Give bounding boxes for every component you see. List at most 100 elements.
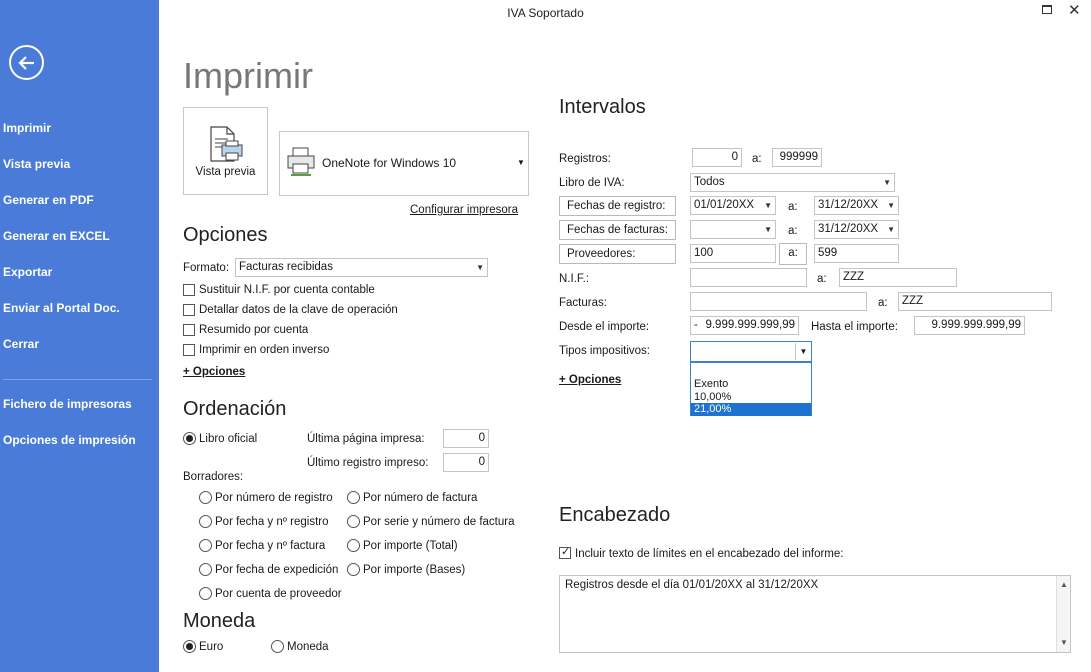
proveedores-a-button[interactable]: a: bbox=[779, 243, 807, 265]
radio-libro-oficial[interactable] bbox=[183, 432, 196, 445]
radio-importe-bases[interactable] bbox=[347, 563, 360, 576]
check-incluir-limites-label: Incluir texto de límites en el encabezad… bbox=[575, 548, 844, 560]
fechas-registro-to-value: 31/12/20XX bbox=[818, 199, 879, 211]
radio-cuenta-proveedor[interactable] bbox=[199, 587, 212, 600]
sidebar-item-enviar-portal[interactable]: Enviar al Portal Doc. bbox=[3, 301, 120, 315]
preview-document-icon bbox=[210, 126, 243, 162]
radio-num-registro[interactable] bbox=[199, 491, 212, 504]
fechas-registro-from[interactable]: 01/01/20XX ▼ bbox=[690, 196, 776, 215]
libro-iva-value: Todos bbox=[694, 176, 725, 188]
sidebar-item-opciones-impresion[interactable]: Opciones de impresión bbox=[3, 433, 136, 447]
format-select[interactable]: Facturas recibidas ▼ bbox=[235, 258, 488, 277]
format-label: Formato: bbox=[183, 262, 230, 274]
radio-fecha-expedicion[interactable] bbox=[199, 563, 212, 576]
proveedores-from-input[interactable]: 100 bbox=[690, 244, 776, 263]
check-sustituir-nif-label: Sustituir N.I.F. por cuenta contable bbox=[199, 284, 375, 296]
chevron-down-icon: ▼ bbox=[887, 225, 895, 234]
page-title: Imprimir bbox=[183, 55, 313, 96]
radio-fecha-factura-label: Por fecha y nº factura bbox=[215, 540, 326, 552]
hasta-importe-input[interactable]: 9.999.999.999,99 bbox=[914, 316, 1025, 335]
check-sustituir-nif[interactable] bbox=[183, 284, 195, 296]
dropdown-option-21[interactable]: 21,00% bbox=[691, 403, 811, 416]
sidebar-item-vista-previa[interactable]: Vista previa bbox=[3, 157, 70, 171]
back-arrow-icon[interactable] bbox=[9, 45, 44, 80]
printer-select[interactable]: OneNote for Windows 10 ▼ bbox=[279, 131, 529, 196]
close-icon[interactable]: ✕ bbox=[1068, 1, 1081, 19]
hasta-importe-label: Hasta el importe: bbox=[811, 321, 898, 333]
chevron-down-icon: ▼ bbox=[476, 263, 484, 272]
ultima-pagina-input[interactable]: 0 bbox=[443, 429, 489, 448]
sidebar-item-imprimir[interactable]: Imprimir bbox=[3, 121, 51, 135]
radio-fecha-factura[interactable] bbox=[199, 539, 212, 552]
dropdown-option-exento[interactable]: Exento bbox=[691, 378, 811, 391]
facturas-to-input[interactable]: ZZZ bbox=[898, 292, 1052, 311]
encabezado-textarea[interactable]: Registros desde el día 01/01/20XX al 31/… bbox=[559, 575, 1071, 653]
radio-num-registro-label: Por número de registro bbox=[215, 492, 333, 504]
sidebar-item-generar-excel[interactable]: Generar en EXCEL bbox=[3, 229, 110, 243]
sidebar-item-generar-pdf[interactable]: Generar en PDF bbox=[3, 193, 94, 207]
ultimo-registro-input[interactable]: 0 bbox=[443, 453, 489, 472]
fechas-registro-from-value: 01/01/20XX bbox=[694, 199, 755, 211]
radio-moneda-label: Moneda bbox=[287, 641, 329, 653]
radio-importe-total[interactable] bbox=[347, 539, 360, 552]
scroll-up-icon[interactable]: ▲ bbox=[1060, 580, 1068, 589]
proveedores-to-input[interactable]: 599 bbox=[814, 244, 899, 263]
radio-fecha-registro-label: Por fecha y nº registro bbox=[215, 516, 329, 528]
fechas-facturas-from[interactable]: ▼ bbox=[690, 220, 776, 239]
check-incluir-limites[interactable] bbox=[559, 545, 571, 559]
fechas-facturas-button[interactable]: Fechas de facturas: bbox=[559, 220, 676, 240]
chevron-down-icon: ▼ bbox=[764, 201, 772, 210]
fechas-registro-to[interactable]: 31/12/20XX ▼ bbox=[814, 196, 899, 215]
radio-num-factura[interactable] bbox=[347, 491, 360, 504]
tipos-impositivos-select[interactable]: ▼ bbox=[690, 341, 812, 362]
proveedores-button[interactable]: Proveedores: bbox=[559, 244, 676, 264]
nif-from-input[interactable] bbox=[690, 268, 807, 287]
radio-fecha-registro[interactable] bbox=[199, 515, 212, 528]
desde-importe-input[interactable]: - 9.999.999.999,99 bbox=[690, 316, 799, 335]
sidebar-item-cerrar[interactable]: Cerrar bbox=[3, 337, 39, 351]
format-value: Facturas recibidas bbox=[239, 261, 333, 273]
facturas-label: Facturas: bbox=[559, 297, 607, 309]
fechas-registro-button[interactable]: Fechas de registro: bbox=[559, 196, 676, 216]
maximize-icon[interactable] bbox=[1042, 5, 1052, 14]
radio-cuenta-proveedor-label: Por cuenta de proveedor bbox=[215, 588, 342, 600]
facturas-from-input[interactable] bbox=[690, 292, 867, 311]
registros-to-input[interactable]: 999999 bbox=[772, 148, 822, 167]
check-orden-inverso[interactable] bbox=[183, 344, 195, 356]
check-resumido-cuenta[interactable] bbox=[183, 324, 195, 336]
registros-label: Registros: bbox=[559, 153, 611, 165]
encabezado-scrollbar[interactable]: ▲ ▼ bbox=[1056, 576, 1070, 652]
window-title: IVA Soportado bbox=[507, 6, 584, 20]
check-detallar-clave-label: Detallar datos de la clave de operación bbox=[199, 304, 398, 316]
fechas-facturas-to[interactable]: 31/12/20XX ▼ bbox=[814, 220, 899, 239]
radio-euro[interactable] bbox=[183, 640, 196, 653]
libro-iva-select[interactable]: Todos ▼ bbox=[690, 173, 895, 192]
preview-button[interactable]: Vista previa bbox=[183, 107, 268, 195]
radio-num-factura-label: Por número de factura bbox=[363, 492, 478, 504]
preview-label: Vista previa bbox=[195, 166, 256, 178]
sidebar-item-exportar[interactable]: Exportar bbox=[3, 265, 52, 279]
sidebar: Imprimir Vista previa Generar en PDF Gen… bbox=[0, 0, 159, 672]
check-detallar-clave[interactable] bbox=[183, 304, 195, 316]
chevron-down-icon[interactable]: ▼ bbox=[795, 343, 811, 360]
registros-a-label: a: bbox=[752, 153, 762, 165]
radio-euro-label: Euro bbox=[199, 641, 224, 653]
sidebar-divider bbox=[3, 379, 152, 380]
intervalos-more-options-link[interactable]: + Opciones bbox=[559, 374, 621, 386]
radio-serie-factura[interactable] bbox=[347, 515, 360, 528]
tipos-impositivos-label: Tipos impositivos: bbox=[559, 345, 650, 357]
radio-moneda[interactable] bbox=[271, 640, 284, 653]
configure-printer-link[interactable]: Configurar impresora bbox=[410, 204, 518, 216]
more-options-link[interactable]: + Opciones bbox=[183, 366, 245, 378]
encabezado-title: Encabezado bbox=[559, 504, 671, 526]
sidebar-item-fichero-impresoras[interactable]: Fichero de impresoras bbox=[3, 397, 132, 411]
opciones-title: Opciones bbox=[183, 224, 268, 246]
desde-importe-sign: - bbox=[694, 319, 698, 331]
nif-label: N.I.F.: bbox=[559, 273, 590, 285]
registros-from-input[interactable]: 0 bbox=[692, 148, 742, 167]
nif-a-label: a: bbox=[817, 273, 827, 285]
chevron-down-icon: ▼ bbox=[764, 225, 772, 234]
check-orden-inverso-label: Imprimir en orden inverso bbox=[199, 344, 330, 356]
scroll-down-icon[interactable]: ▼ bbox=[1060, 638, 1068, 647]
nif-to-input[interactable]: ZZZ bbox=[839, 268, 957, 287]
